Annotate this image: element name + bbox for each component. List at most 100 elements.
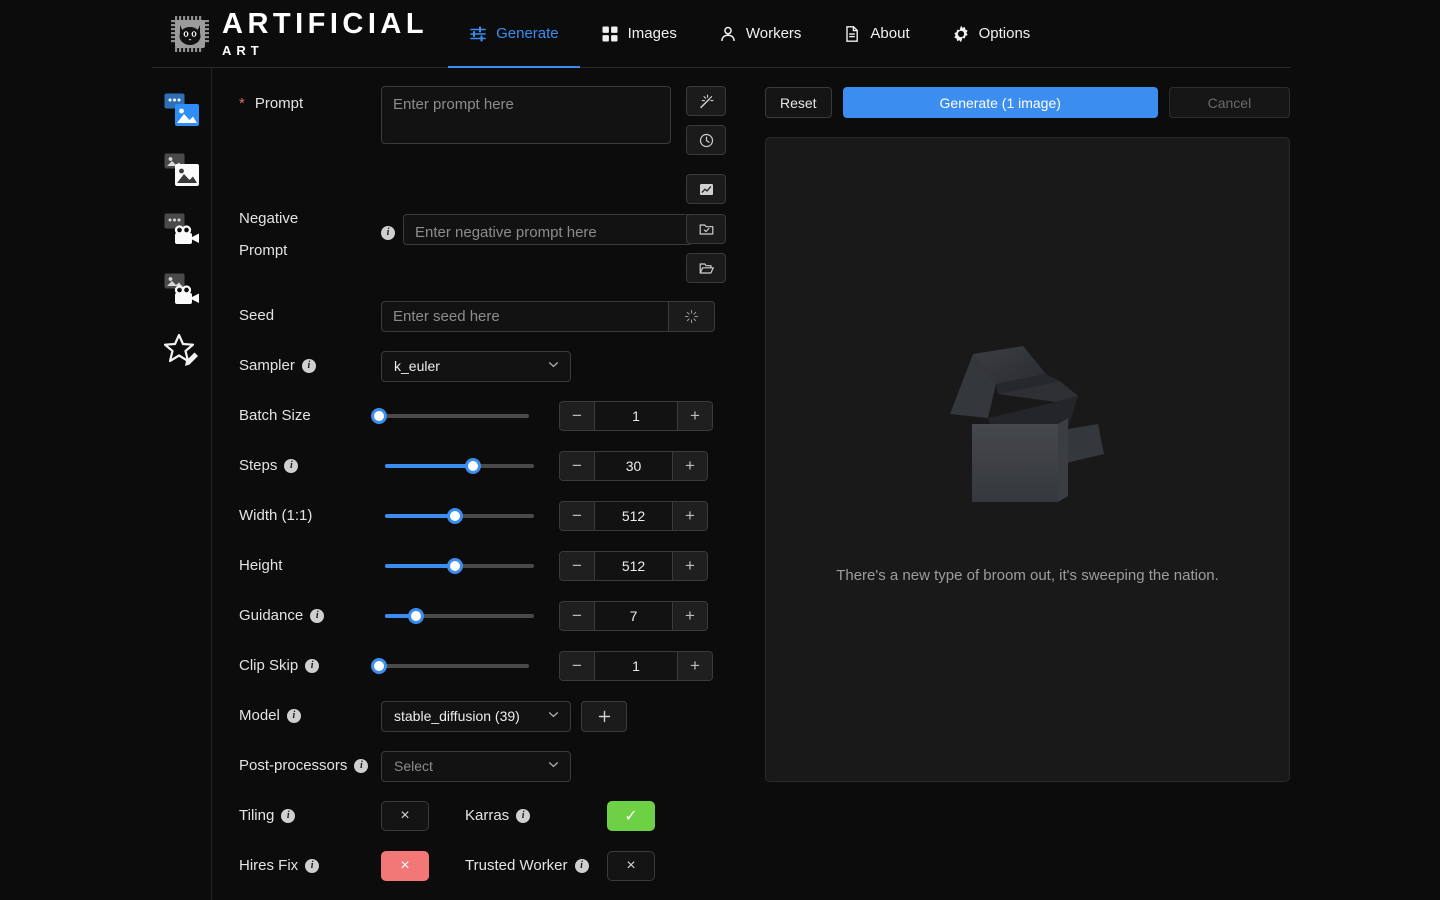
randomize-seed-button[interactable] bbox=[668, 300, 715, 332]
slider-thumb[interactable] bbox=[447, 558, 464, 574]
karras-toggle[interactable]: ✓ bbox=[607, 801, 655, 831]
image-to-video-icon bbox=[164, 273, 200, 312]
guidance-slider[interactable] bbox=[385, 606, 534, 626]
increment-button[interactable]: + bbox=[678, 652, 712, 680]
tab-images[interactable]: Images bbox=[580, 0, 698, 68]
tab-about[interactable]: About bbox=[822, 0, 930, 68]
person-icon bbox=[719, 25, 737, 43]
clock-icon bbox=[699, 133, 714, 148]
slider-thumb[interactable] bbox=[371, 658, 387, 674]
slider-thumb[interactable] bbox=[447, 508, 464, 524]
magic-prompt-button[interactable] bbox=[686, 86, 726, 116]
add-model-button[interactable] bbox=[581, 700, 627, 732]
hires-fix-info-icon[interactable]: i bbox=[305, 859, 320, 873]
prompt-history-button[interactable] bbox=[686, 125, 726, 155]
decrement-button[interactable]: − bbox=[560, 402, 594, 430]
prompt-style-button[interactable] bbox=[686, 174, 726, 204]
sampler-row: Sampler i k_euler bbox=[239, 341, 742, 391]
increment-button[interactable]: + bbox=[673, 552, 707, 580]
model-info-icon[interactable]: i bbox=[286, 709, 301, 723]
batch-size-value: 1 bbox=[594, 402, 678, 430]
close-icon: × bbox=[400, 807, 410, 824]
generate-button[interactable]: Generate (1 image) bbox=[842, 87, 1158, 118]
width-stepper[interactable]: − 512 + bbox=[559, 501, 708, 531]
steps-info-icon[interactable]: i bbox=[284, 459, 299, 473]
trusted-worker-info-icon[interactable]: i bbox=[574, 859, 589, 873]
generation-form: * Prompt Enter prompt here Negative Prom… bbox=[212, 68, 742, 900]
clip-skip-stepper[interactable]: − 1 + bbox=[559, 651, 713, 681]
clip-skip-info-icon[interactable]: i bbox=[305, 659, 320, 673]
clip-skip-value: 1 bbox=[594, 652, 678, 680]
tiling-info-icon[interactable]: i bbox=[281, 809, 296, 823]
sampler-select[interactable]: k_euler bbox=[381, 350, 571, 382]
increment-button[interactable]: + bbox=[673, 602, 707, 630]
sidebar-item-image-to-image[interactable] bbox=[152, 142, 212, 202]
guidance-value: 7 bbox=[594, 602, 673, 630]
close-icon: × bbox=[400, 857, 410, 874]
height-value: 512 bbox=[594, 552, 673, 580]
sidebar-item-enhance[interactable] bbox=[152, 322, 212, 382]
tab-generate[interactable]: Generate bbox=[448, 0, 580, 68]
increment-button[interactable]: + bbox=[673, 502, 707, 530]
guidance-info-icon[interactable]: i bbox=[310, 609, 325, 623]
cancel-button[interactable]: Cancel bbox=[1168, 87, 1290, 118]
sidebar-item-text-to-image[interactable] bbox=[152, 82, 212, 142]
text-to-video-icon bbox=[164, 213, 200, 252]
batch-size-stepper[interactable]: − 1 + bbox=[559, 401, 713, 431]
karras-label: Karras i bbox=[465, 806, 607, 826]
seed-input[interactable] bbox=[381, 300, 668, 332]
sidebar-item-image-to-video[interactable] bbox=[152, 262, 212, 322]
guidance-stepper[interactable]: − 7 + bbox=[559, 601, 708, 631]
post-processors-select[interactable]: Select bbox=[381, 750, 571, 782]
model-select[interactable]: stable_diffusion (39) bbox=[381, 700, 571, 732]
save-preset-button[interactable] bbox=[686, 214, 726, 244]
load-preset-button[interactable] bbox=[686, 253, 726, 283]
slider-row-guidance: Guidance i − 7 + bbox=[239, 591, 742, 641]
hires-fix-toggle[interactable]: × bbox=[381, 851, 429, 881]
steps-label: Steps i bbox=[239, 456, 379, 476]
width-slider[interactable] bbox=[385, 506, 534, 526]
steps-slider[interactable] bbox=[385, 456, 534, 476]
star-pencil-icon bbox=[163, 333, 200, 372]
decrement-button[interactable]: − bbox=[560, 552, 594, 580]
slider-thumb[interactable] bbox=[371, 408, 387, 424]
steps-stepper[interactable]: − 30 + bbox=[559, 451, 708, 481]
sampler-info-icon[interactable]: i bbox=[301, 359, 316, 373]
post-processors-info-icon[interactable]: i bbox=[354, 759, 369, 773]
decrement-button[interactable]: − bbox=[560, 502, 594, 530]
decrement-button[interactable]: − bbox=[560, 652, 594, 680]
height-slider[interactable] bbox=[385, 556, 534, 576]
output-panel: Reset Generate (1 image) Cancel There's … bbox=[742, 68, 1290, 900]
negative-prompt-label: Negative Prompt bbox=[239, 210, 299, 259]
negative-prompt-info-icon[interactable]: i bbox=[381, 225, 395, 240]
increment-button[interactable]: + bbox=[678, 402, 712, 430]
mode-rail bbox=[152, 68, 212, 900]
slider-row-clip-skip: Clip Skip i − 1 + bbox=[239, 641, 742, 691]
post-processors-label: Post-processors i bbox=[239, 756, 381, 776]
toggle-row-3: NSFW i ✓ Censored i × bbox=[239, 891, 742, 900]
required-marker: * bbox=[239, 95, 245, 112]
chevron-down-icon bbox=[547, 358, 560, 374]
tab-workers[interactable]: Workers bbox=[698, 0, 823, 68]
slider-thumb[interactable] bbox=[464, 458, 481, 474]
decrement-button[interactable]: − bbox=[560, 452, 594, 480]
negative-prompt-input[interactable] bbox=[403, 214, 693, 245]
brand-title: ARTIFICIAL bbox=[222, 8, 429, 40]
height-stepper[interactable]: − 512 + bbox=[559, 551, 708, 581]
slider-track bbox=[379, 664, 529, 668]
slider-thumb[interactable] bbox=[408, 608, 425, 624]
reset-button[interactable]: Reset bbox=[765, 87, 832, 118]
karras-info-icon[interactable]: i bbox=[516, 809, 531, 823]
slider-fill bbox=[385, 464, 473, 468]
batch-size-label: Batch Size bbox=[239, 407, 311, 424]
sidebar-item-text-to-video[interactable] bbox=[152, 202, 212, 262]
batch-size-slider[interactable] bbox=[371, 406, 529, 426]
tiling-toggle[interactable]: × bbox=[381, 801, 429, 831]
prompt-input[interactable] bbox=[381, 86, 671, 144]
decrement-button[interactable]: − bbox=[560, 602, 594, 630]
document-icon bbox=[843, 25, 861, 43]
clip-skip-slider[interactable] bbox=[371, 656, 529, 676]
increment-button[interactable]: + bbox=[673, 452, 707, 480]
trusted-worker-toggle[interactable]: × bbox=[607, 851, 655, 881]
tab-options[interactable]: Options bbox=[931, 0, 1052, 68]
